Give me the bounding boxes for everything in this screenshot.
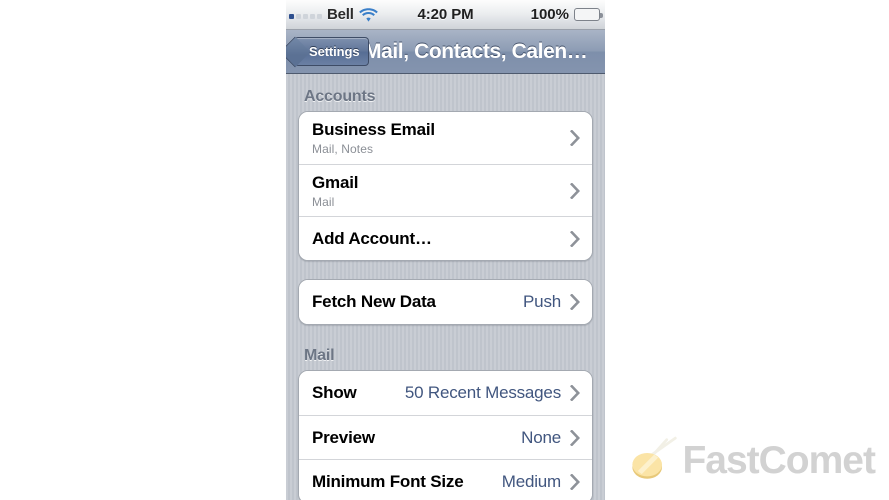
status-bar-right: 100% [531,6,605,23]
row-text-column: Minimum Font Size [312,472,502,492]
row-add-account[interactable]: Add Account… [299,216,592,260]
row-text-column: Add Account… [312,229,570,249]
row-text-column: Gmail Mail [312,173,570,209]
row-title: Add Account… [312,228,432,248]
fastcomet-brand-label: FastComet [682,438,876,482]
navigation-bar: Settings Mail, Contacts, Calen… [286,30,605,74]
row-title: Preview [312,427,375,447]
row-text-column: Show [312,383,405,403]
row-text-column: Business Email Mail, Notes [312,120,570,156]
battery-percent-label: 100% [530,6,569,23]
back-button-settings[interactable]: Settings [294,37,370,66]
disclosure-chevron-icon [570,130,580,146]
disclosure-chevron-icon [570,230,580,247]
row-gmail[interactable]: Gmail Mail [299,164,592,216]
settings-group-mail: Show 50 Recent Messages Preview None Min [298,370,593,500]
row-value: None [521,427,561,447]
row-title: Minimum Font Size [312,471,464,491]
comet-icon [632,436,677,479]
row-value: Medium [501,471,561,491]
row-value: 50 Recent Messages [404,383,561,402]
row-text-column: Preview [312,428,521,448]
row-business-email[interactable]: Business Email Mail, Notes [299,112,592,164]
row-preview[interactable]: Preview None [299,415,592,459]
row-show[interactable]: Show 50 Recent Messages [299,371,592,415]
fastcomet-watermark: FastComet [630,428,876,492]
section-header-mail: Mail [304,347,335,364]
disclosure-chevron-icon [570,294,580,310]
settings-table-view[interactable]: Accounts Business Email Mail, Notes Gmai… [286,74,605,500]
row-minimum-font-size[interactable]: Minimum Font Size Medium [299,459,592,500]
row-title: Business Email [312,120,435,139]
row-subtitle: Mail, Notes [312,142,374,156]
row-fetch-new-data[interactable]: Fetch New Data Push [299,280,592,324]
disclosure-chevron-icon [570,473,580,490]
status-bar: Bell 4:20 PM 100% [286,0,605,30]
row-title: Gmail [312,172,359,192]
back-button-label: Settings [309,44,360,59]
disclosure-chevron-icon [570,385,580,401]
disclosure-chevron-icon [570,182,580,199]
page-title: Mail, Contacts, Calen… [364,39,588,63]
phone-screen: Bell 4:20 PM 100% Settings Mail, Contact… [286,0,605,500]
settings-group-accounts: Business Email Mail, Notes Gmail Mail Ad… [298,111,593,261]
disclosure-chevron-icon [570,429,580,446]
settings-group-fetch: Fetch New Data Push [298,279,593,325]
row-text-column: Fetch New Data [312,292,523,312]
battery-full-icon [574,8,603,21]
row-title: Show [312,383,357,402]
row-value: Push [523,292,561,311]
section-header-accounts: Accounts [304,88,376,105]
row-title: Fetch New Data [312,292,436,311]
row-subtitle: Mail [312,194,335,209]
